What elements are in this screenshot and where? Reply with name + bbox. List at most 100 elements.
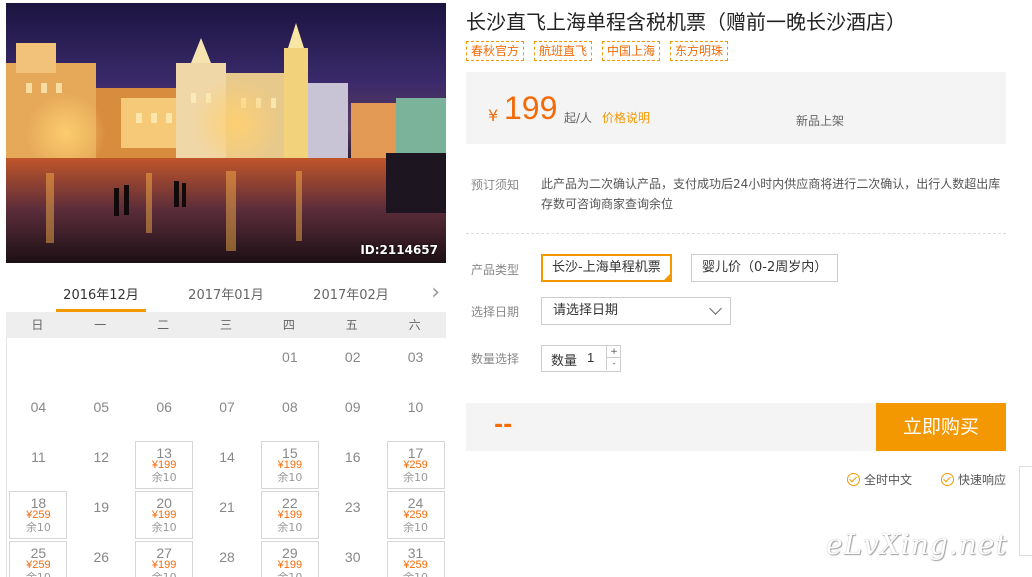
divider <box>466 233 1006 234</box>
day-price: ¥259 <box>26 559 51 571</box>
quantity-increment-button[interactable]: + <box>606 346 621 358</box>
day-number: 11 <box>31 449 46 465</box>
tab-month-2016-12[interactable]: 2016年12月 <box>56 284 146 312</box>
weekday-label: 一 <box>94 318 107 332</box>
day-price: ¥259 <box>26 509 51 521</box>
calendar-day: 01 <box>261 341 319 389</box>
calendar-day: 16 <box>324 441 382 489</box>
chevron-right-icon[interactable]: › <box>431 280 440 305</box>
side-panel-edge <box>1019 466 1032 556</box>
quantity-value[interactable]: 1 <box>587 350 594 365</box>
tab-month-2017-02[interactable]: 2017年02月 <box>306 284 396 312</box>
day-stock: 余10 <box>277 521 303 534</box>
calendar-grid: 01 02 03 04 05 06 07 08 09 10 11 12 13 ¥199 余10 14 15 ¥19… <box>6 338 446 577</box>
day-number: 04 <box>30 399 47 415</box>
day-number: 24 <box>407 495 424 511</box>
day-stock: 余10 <box>10 571 66 577</box>
calendar-day-available[interactable]: 27¥199余10 <box>135 541 194 577</box>
watermark: eLvXing.net <box>826 528 1008 561</box>
calendar-day: 03 <box>387 341 445 389</box>
day-stock: 余10 <box>151 471 177 484</box>
day-price: ¥259 <box>403 459 428 471</box>
day-number: 10 <box>407 399 424 415</box>
calendar-day-available[interactable]: 13 ¥199 余10 <box>135 441 194 489</box>
calendar-day-available[interactable]: 29¥199余10 <box>260 541 319 577</box>
day-price: ¥199 <box>277 559 303 571</box>
day-price: ¥259 <box>403 559 428 571</box>
product-type-option-selected[interactable]: 长沙-上海单程机票 <box>541 254 672 282</box>
assurance-item: 全时中文 <box>847 471 912 488</box>
day-price: ¥259 <box>403 509 428 521</box>
date-select[interactable]: 请选择日期 <box>541 297 731 325</box>
quantity-decrement-button[interactable]: - <box>606 358 621 370</box>
day-number: 23 <box>344 499 361 515</box>
day-number: 19 <box>93 499 110 515</box>
weekday-label: 四 <box>282 318 295 332</box>
tag[interactable]: 中国上海 <box>602 41 661 61</box>
weekday-label: 五 <box>345 318 358 332</box>
assurance-label: 全时中文 <box>864 473 913 487</box>
day-number: 14 <box>219 449 235 465</box>
calendar-day-available[interactable]: 24 ¥259 余10 <box>386 491 445 539</box>
day-stock: 余10 <box>25 521 51 534</box>
day-stock: 余10 <box>262 571 318 577</box>
tag[interactable]: 春秋官方 <box>466 41 525 61</box>
day-stock: 余10 <box>403 521 429 534</box>
day-price: ¥199 <box>151 509 177 521</box>
calendar-day: 30 <box>324 541 382 577</box>
calendar-day: 04 <box>9 391 67 439</box>
weekday-label: 日 <box>31 318 44 332</box>
chevron-down-icon <box>709 302 722 315</box>
check-circle-icon <box>847 473 860 486</box>
price-note-link[interactable]: 价格说明 <box>602 109 650 126</box>
calendar-day: 12 <box>72 441 130 489</box>
calendar-day-available[interactable]: 18 ¥259 余10 <box>9 491 68 539</box>
calendar-day-available[interactable]: 22 ¥199 余10 <box>260 491 319 539</box>
calendar-day: 21 <box>198 491 256 539</box>
day-number: 01 <box>282 349 298 365</box>
assurance-item: 快速响应 <box>941 471 1006 488</box>
calendar-day: 14 <box>198 441 256 489</box>
tab-month-2017-01[interactable]: 2017年01月 <box>181 284 271 312</box>
calendar-day-available[interactable]: 25¥259余10 <box>9 541 68 577</box>
quantity-label: 数量选择 <box>471 352 520 366</box>
day-number: 30 <box>344 549 361 565</box>
calendar-day: 10 <box>387 391 445 439</box>
product-tags: 春秋官方 航班直飞 中国上海 东方明珠 <box>466 41 729 61</box>
buy-now-button[interactable]: 立即购买 <box>876 403 1006 451</box>
day-number: 28 <box>219 549 235 565</box>
option-label: 婴儿价（0-2周岁内） <box>702 260 828 275</box>
check-circle-icon <box>941 473 954 486</box>
calendar-weekday-header: 日 一 二 三 四 五 六 <box>6 312 446 338</box>
month-tabs: 2016年12月 2017年01月 2017年02月 › <box>6 278 446 312</box>
day-price: ¥199 <box>277 459 303 471</box>
day-stock: 余10 <box>277 471 303 484</box>
calendar-day-available[interactable]: 20 ¥199 余10 <box>135 491 194 539</box>
product-photo: ID:2114657 <box>6 3 446 263</box>
day-number: 18 <box>30 495 47 511</box>
calendar-day: 09 <box>324 391 382 439</box>
day-number: 21 <box>219 499 235 515</box>
day-number: 07 <box>219 399 235 415</box>
product-type-option[interactable]: 婴儿价（0-2周岁内） <box>691 254 839 282</box>
calendar-day: 28 <box>198 541 256 577</box>
tag[interactable]: 航班直飞 <box>534 41 593 61</box>
total-bar: -- <box>466 403 876 451</box>
tag[interactable]: 东方明珠 <box>670 41 729 61</box>
day-stock: 余10 <box>388 571 444 577</box>
product-type-label: 产品类型 <box>471 263 520 277</box>
day-price: ¥199 <box>151 559 177 571</box>
price-box: ¥ 199 起/人 价格说明 新品上架 <box>466 72 1006 144</box>
calendar-day-available[interactable]: 17 ¥259 余10 <box>386 441 445 489</box>
day-number: 26 <box>93 549 110 565</box>
product-title: 长沙直飞上海单程含税机票（赠前一晚长沙酒店） <box>466 10 906 34</box>
selected-corner-icon <box>662 273 671 281</box>
price-currency: ¥ <box>488 106 499 125</box>
day-price: ¥199 <box>151 459 177 471</box>
day-number: 22 <box>282 495 298 511</box>
calendar-day-available[interactable]: 31¥259余10 <box>386 541 445 577</box>
day-number: 06 <box>156 399 172 415</box>
calendar-day-available[interactable]: 15 ¥199 余10 <box>260 441 319 489</box>
new-product-badge: 新品上架 <box>796 114 845 128</box>
day-number: 29 <box>282 545 298 561</box>
